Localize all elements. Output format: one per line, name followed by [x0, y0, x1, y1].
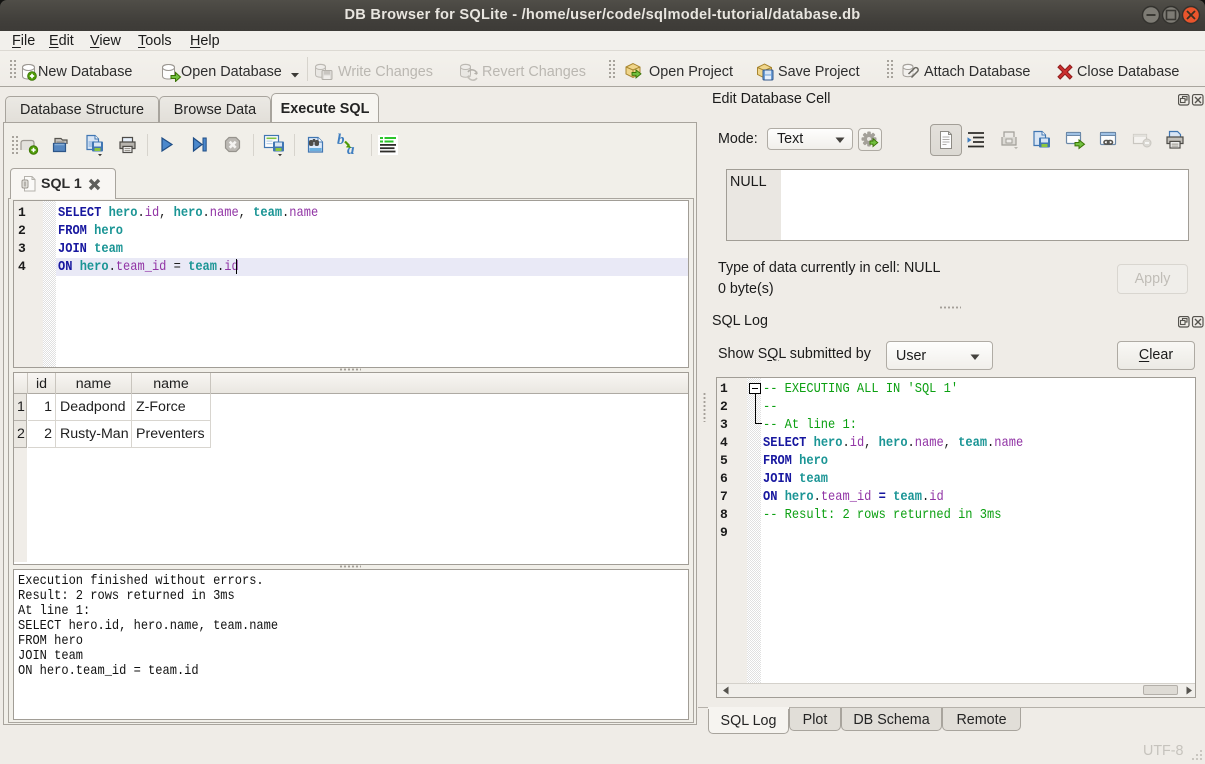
- svg-text:b: b: [337, 133, 345, 148]
